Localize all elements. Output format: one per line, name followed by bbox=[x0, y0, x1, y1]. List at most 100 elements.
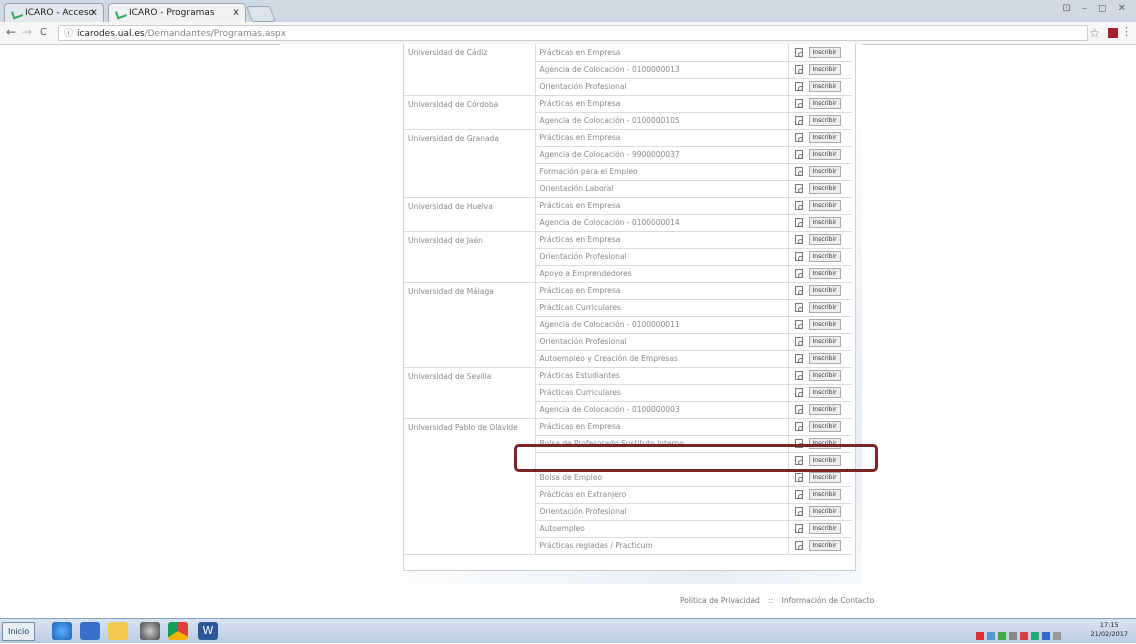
actions-cell: Inscribir bbox=[788, 367, 852, 385]
inscribir-button[interactable]: Inscribir bbox=[808, 353, 841, 364]
inscribir-button[interactable]: Inscribir bbox=[808, 404, 841, 415]
inscribir-button[interactable]: Inscribir bbox=[808, 149, 841, 160]
tab-icaro-programas[interactable]: ICARO - Programas x bbox=[108, 3, 246, 22]
view-details-icon[interactable] bbox=[794, 354, 803, 363]
inscribir-button[interactable]: Inscribir bbox=[808, 472, 841, 483]
start-button[interactable]: Inicio bbox=[2, 622, 36, 641]
view-details-icon[interactable] bbox=[794, 133, 803, 142]
view-details-icon[interactable] bbox=[794, 507, 803, 516]
program-name: Agencia de Colocación - 0100000003 bbox=[535, 401, 789, 419]
view-details-icon[interactable] bbox=[794, 337, 803, 346]
inscribir-button[interactable]: Inscribir bbox=[808, 506, 841, 517]
tray-icon[interactable] bbox=[1020, 632, 1028, 640]
actions-cell: Inscribir bbox=[788, 61, 852, 79]
view-details-icon[interactable] bbox=[794, 524, 803, 533]
inscribir-button[interactable]: Inscribir bbox=[808, 421, 841, 432]
inscribir-button[interactable]: Inscribir bbox=[808, 217, 841, 228]
view-details-icon[interactable] bbox=[794, 303, 803, 312]
inscribir-button[interactable]: Inscribir bbox=[808, 302, 841, 313]
inscribir-button[interactable]: Inscribir bbox=[808, 81, 841, 92]
program-name: Prácticas en Empresa bbox=[535, 197, 789, 215]
inscribir-button[interactable]: Inscribir bbox=[808, 115, 841, 126]
view-details-icon[interactable] bbox=[794, 269, 803, 278]
tray-icon[interactable] bbox=[976, 632, 984, 640]
inscribir-button[interactable]: Inscribir bbox=[808, 268, 841, 279]
view-details-icon[interactable] bbox=[794, 99, 803, 108]
app-icon[interactable] bbox=[140, 622, 160, 640]
view-details-icon[interactable] bbox=[794, 490, 803, 499]
view-details-icon[interactable] bbox=[794, 422, 803, 431]
inscribir-button[interactable]: Inscribir bbox=[808, 64, 841, 75]
contact-link[interactable]: Información de Contacto bbox=[782, 596, 875, 605]
inscribir-button[interactable]: Inscribir bbox=[808, 200, 841, 211]
inscribir-button[interactable]: Inscribir bbox=[808, 387, 841, 398]
inscribir-button[interactable]: Inscribir bbox=[808, 234, 841, 245]
view-details-icon[interactable] bbox=[794, 252, 803, 261]
view-details-icon[interactable] bbox=[794, 82, 803, 91]
chrome-icon[interactable] bbox=[168, 622, 188, 640]
inscribir-button[interactable]: Inscribir bbox=[808, 183, 841, 194]
university-name: Universidad de Córdoba bbox=[404, 95, 536, 130]
extension-icon[interactable] bbox=[1108, 28, 1118, 38]
privacy-link[interactable]: Política de Privacidad bbox=[680, 596, 760, 605]
program-name: Agencia de Colocación - 0100000011 bbox=[535, 316, 789, 334]
word-icon[interactable]: W bbox=[198, 622, 218, 640]
inscribir-button[interactable]: Inscribir bbox=[808, 489, 841, 500]
view-details-icon[interactable] bbox=[794, 218, 803, 227]
inscribir-button[interactable]: Inscribir bbox=[808, 319, 841, 330]
media-icon[interactable] bbox=[80, 622, 100, 640]
ie-icon[interactable] bbox=[52, 622, 72, 640]
actions-cell: Inscribir bbox=[788, 333, 852, 351]
view-details-icon[interactable] bbox=[794, 65, 803, 74]
view-details-icon[interactable] bbox=[794, 201, 803, 210]
program-name: Formación para el Empleo bbox=[535, 163, 789, 181]
inscribir-button[interactable]: Inscribir bbox=[808, 540, 841, 551]
inscribir-button[interactable]: Inscribir bbox=[808, 370, 841, 381]
tab-icaro-acceso[interactable]: ICARO - Acceso x bbox=[4, 3, 104, 22]
inscribir-button[interactable]: Inscribir bbox=[808, 166, 841, 177]
tray-icon[interactable] bbox=[1031, 632, 1039, 640]
tray-icon[interactable] bbox=[1009, 632, 1017, 640]
view-details-icon[interactable] bbox=[794, 184, 803, 193]
view-details-icon[interactable] bbox=[794, 473, 803, 482]
tab-close-icon[interactable]: x bbox=[233, 7, 239, 18]
browser-menu-icon[interactable]: ⋮ bbox=[1121, 25, 1132, 38]
view-details-icon[interactable] bbox=[794, 167, 803, 176]
tray-icon[interactable] bbox=[987, 632, 995, 640]
university-name: Universidad de Sevilla bbox=[404, 367, 536, 419]
table-row: Universidad de Huelva Prácticas en Empres… bbox=[404, 197, 852, 232]
view-details-icon[interactable] bbox=[794, 405, 803, 414]
program-name: Autoempleo y Creación de Empresas bbox=[535, 350, 789, 368]
view-details-icon[interactable] bbox=[794, 150, 803, 159]
tray-icon[interactable] bbox=[1053, 632, 1061, 640]
view-details-icon[interactable] bbox=[794, 47, 803, 57]
bookmark-star-icon[interactable]: ☆ bbox=[1089, 26, 1100, 40]
new-tab-button[interactable] bbox=[246, 6, 276, 22]
forward-arrow-icon[interactable]: → bbox=[22, 25, 32, 39]
inscribir-button[interactable]: Inscribir bbox=[808, 251, 841, 262]
program-name: Prácticas en Empresa bbox=[535, 129, 789, 147]
folder-icon[interactable] bbox=[108, 622, 128, 640]
inscribir-button[interactable]: Inscribir bbox=[808, 336, 841, 347]
view-details-icon[interactable] bbox=[794, 388, 803, 397]
view-details-icon[interactable] bbox=[794, 286, 803, 295]
inscribir-button[interactable]: Inscribir bbox=[808, 285, 841, 296]
inscribir-button[interactable]: Inscribir bbox=[808, 98, 841, 109]
view-details-icon[interactable] bbox=[794, 116, 803, 125]
inscribir-button[interactable]: Inscribir bbox=[808, 132, 841, 143]
view-details-icon[interactable] bbox=[794, 235, 803, 244]
view-details-icon[interactable] bbox=[794, 320, 803, 329]
view-details-icon[interactable] bbox=[794, 541, 803, 550]
reload-icon[interactable]: C bbox=[40, 27, 47, 38]
tray-icon[interactable] bbox=[1042, 632, 1050, 640]
program-name: Prácticas Curriculares bbox=[535, 384, 789, 402]
view-details-icon[interactable] bbox=[794, 371, 803, 380]
inscribir-button[interactable]: Inscribir bbox=[808, 523, 841, 534]
inscribir-button[interactable]: Inscribir bbox=[808, 46, 841, 58]
windows-taskbar: Inicio W 17:15 21/02/2017 bbox=[0, 618, 1136, 643]
url-field[interactable]: ⓘ icarodes.ual.es/Demandantes/Programas.… bbox=[58, 25, 1088, 41]
back-arrow-icon[interactable]: ← bbox=[6, 25, 16, 39]
tray-icon[interactable] bbox=[998, 632, 1006, 640]
window-controls[interactable]: ⊡ – ◻ ✕ bbox=[1062, 3, 1130, 14]
tab-close-icon[interactable]: x bbox=[91, 7, 97, 18]
